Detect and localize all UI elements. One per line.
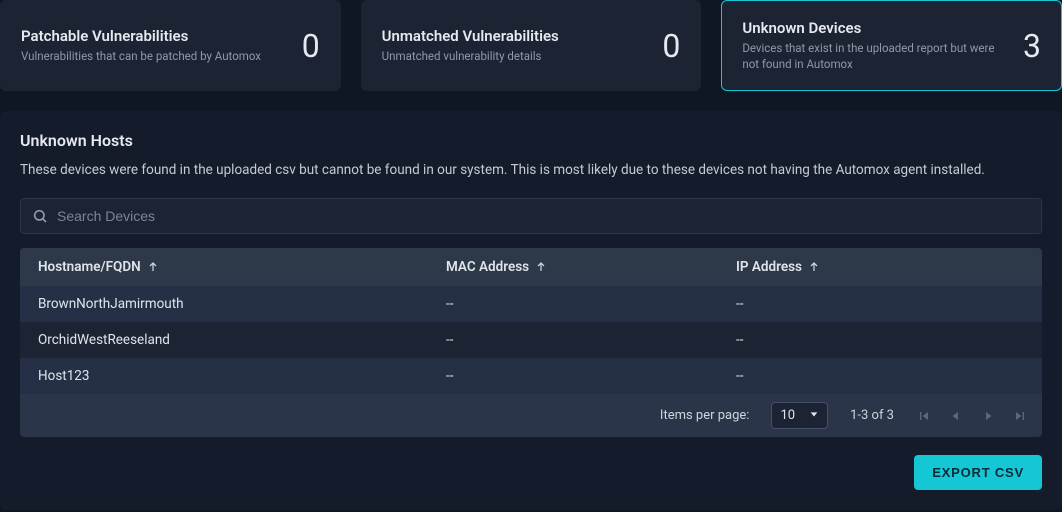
card-value: 0 [302,27,320,65]
card-title: Patchable Vulnerabilities [21,27,290,45]
export-row: EXPORT CSV [20,455,1042,490]
next-page-button[interactable] [980,408,996,424]
first-page-button[interactable] [916,408,932,424]
table-row[interactable]: BrownNorthJamirmouth---- [20,286,1042,322]
card-value: 0 [662,27,680,65]
column-header-ip[interactable]: IP Address [736,259,1024,275]
cell-hostname: BrownNorthJamirmouth [38,296,446,312]
card-value: 3 [1023,27,1041,65]
cell-mac: -- [446,296,736,312]
export-csv-button[interactable]: EXPORT CSV [914,455,1042,490]
cell-mac: -- [446,368,736,384]
cell-ip: -- [736,296,1024,312]
unknown-hosts-panel: Unknown Hosts These devices were found i… [0,111,1062,510]
cell-ip: -- [736,332,1024,348]
column-header-mac[interactable]: MAC Address [446,259,736,275]
table-body: BrownNorthJamirmouth----OrchidWestReesel… [20,286,1042,394]
card-subtitle: Vulnerabilities that can be patched by A… [21,49,290,65]
card-title: Unmatched Vulnerabilities [382,27,651,45]
search-icon [32,208,48,224]
card-unmatched-vulnerabilities[interactable]: Unmatched Vulnerabilities Unmatched vuln… [361,0,702,91]
items-per-page-label: Items per page: [660,408,750,423]
summary-cards-row: Patchable Vulnerabilities Vulnerabilitie… [0,0,1062,111]
pagination-controls [916,408,1028,424]
sort-asc-icon [808,261,820,273]
panel-title: Unknown Hosts [20,131,1042,150]
items-per-page-select[interactable]: 10 [771,402,828,429]
search-input[interactable] [20,198,1042,234]
table-row[interactable]: OrchidWestReeseland---- [20,322,1042,358]
search-wrap [20,198,1042,234]
devices-table: Hostname/FQDN MAC Address IP Address Bro… [20,248,1042,437]
column-header-hostname[interactable]: Hostname/FQDN [38,259,446,275]
cell-hostname: OrchidWestReeseland [38,332,446,348]
cell-mac: -- [446,332,736,348]
table-row[interactable]: Host123---- [20,358,1042,394]
cell-hostname: Host123 [38,368,446,384]
card-subtitle: Devices that exist in the uploaded repor… [742,41,1011,72]
chevron-down-icon [809,408,819,423]
column-label: Hostname/FQDN [38,259,141,275]
pagination-range: 1-3 of 3 [850,408,894,423]
table-footer: Items per page: 10 1-3 of 3 [20,394,1042,437]
card-title: Unknown Devices [742,19,1011,37]
column-label: IP Address [736,259,802,275]
prev-page-button[interactable] [948,408,964,424]
column-label: MAC Address [446,259,529,275]
items-per-page-value: 10 [780,408,795,423]
card-patchable-vulnerabilities[interactable]: Patchable Vulnerabilities Vulnerabilitie… [0,0,341,91]
sort-asc-icon [147,261,159,273]
last-page-button[interactable] [1012,408,1028,424]
table-header-row: Hostname/FQDN MAC Address IP Address [20,248,1042,286]
panel-description: These devices were found in the uploaded… [20,162,1042,178]
card-unknown-devices[interactable]: Unknown Devices Devices that exist in th… [721,0,1062,91]
sort-asc-icon [535,261,547,273]
card-subtitle: Unmatched vulnerability details [382,49,651,65]
cell-ip: -- [736,368,1024,384]
